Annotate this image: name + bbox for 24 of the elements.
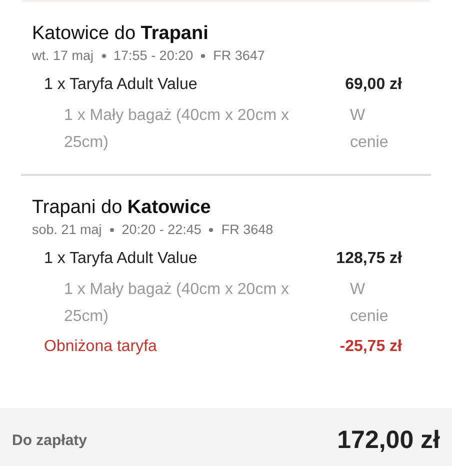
baggage-label: 1 x Mały bagaż (40cm x 20cm x 25cm) xyxy=(64,106,290,153)
flight-date: wt. 17 maj xyxy=(32,48,94,63)
separator-dot-icon xyxy=(201,54,206,58)
fare-label: 1 x Taryfa Adult Value xyxy=(44,75,198,95)
discount-price: -25,75 zł xyxy=(340,337,402,357)
separator-dot-icon xyxy=(102,54,106,58)
separator-dot-icon xyxy=(209,228,214,232)
total-label: Do zapłaty xyxy=(12,430,88,451)
total-amount: 172,00 zł xyxy=(337,425,440,456)
baggage-price: W cenie xyxy=(350,280,390,327)
fare-label: 1 x Taryfa Adult Value xyxy=(44,249,198,269)
flight-date: sob. 21 maj xyxy=(32,222,102,237)
separator-dot-icon xyxy=(110,228,114,232)
flight-number: FR 3648 xyxy=(221,222,274,237)
route-title: Katowice do Trapani xyxy=(32,22,210,46)
flight-time: 17:55 - 20:20 xyxy=(114,48,194,63)
fare-price: 69,00 zł xyxy=(345,75,402,95)
baggage-label: 1 x Mały bagaż (40cm x 20cm x 25cm) xyxy=(64,280,290,327)
discount-label: Obniżona taryfa xyxy=(44,337,157,357)
flight-time: 20:20 - 22:45 xyxy=(122,222,202,237)
baggage-price: W cenie xyxy=(350,106,390,153)
route-title: Trapani do Katowice xyxy=(32,196,212,220)
fare-price: 128,75 zł xyxy=(336,249,402,269)
flight-number: FR 3647 xyxy=(213,48,265,63)
